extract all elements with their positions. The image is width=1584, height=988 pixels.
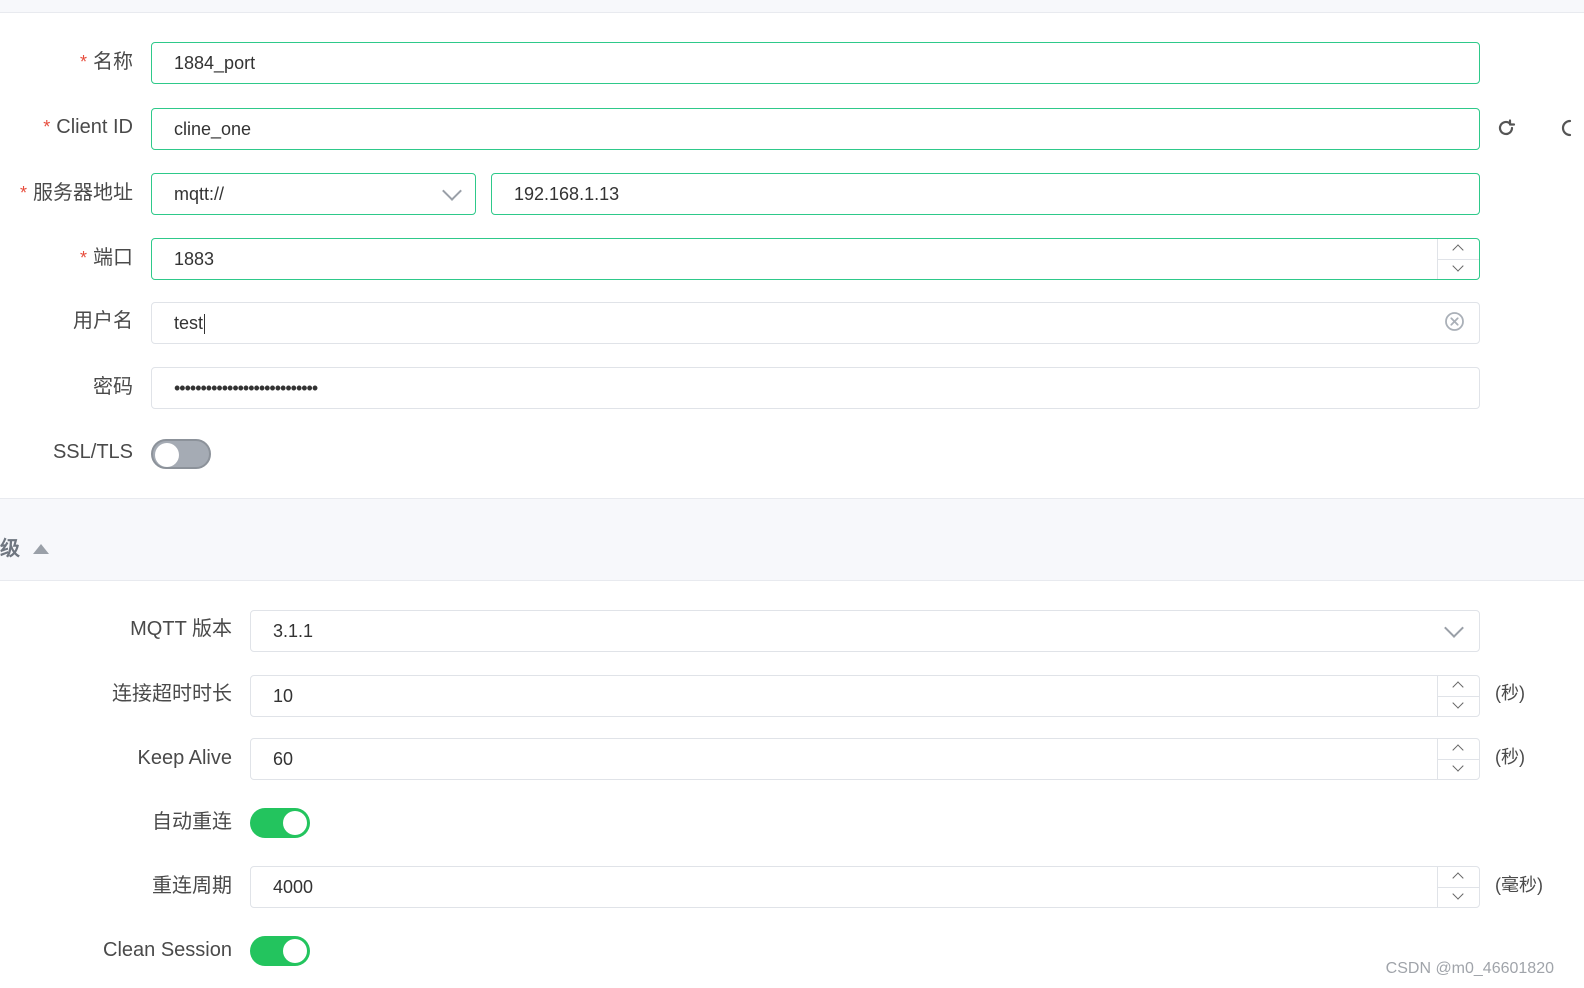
decrement-icon[interactable] bbox=[1438, 696, 1479, 716]
ssl-label: SSL/TLS bbox=[53, 431, 133, 473]
increment-icon[interactable] bbox=[1438, 239, 1479, 260]
required-mark: * bbox=[43, 117, 51, 137]
required-mark: * bbox=[79, 52, 87, 72]
caret-up-icon[interactable] bbox=[33, 544, 49, 554]
required-mark: * bbox=[19, 183, 27, 203]
protocol-value: mqtt:// bbox=[174, 184, 225, 204]
watermark: CSDN @m0_46601820 bbox=[1385, 960, 1554, 977]
connect-timeout-label-text: 连接超时时长 bbox=[112, 683, 232, 705]
keep-alive-stepper[interactable] bbox=[1437, 739, 1479, 779]
password-label: 密码 bbox=[93, 366, 133, 408]
client-id-label: * Client ID bbox=[43, 106, 133, 148]
name-input[interactable]: 1884_port bbox=[151, 42, 1480, 84]
increment-icon[interactable] bbox=[1438, 676, 1479, 697]
connect-timeout-input[interactable]: 10 bbox=[250, 675, 1480, 717]
connect-timeout-label: 连接超时时长 bbox=[112, 673, 232, 715]
port-input[interactable]: 1883 bbox=[151, 238, 1480, 280]
host-input[interactable]: 192.168.1.13 bbox=[491, 173, 1480, 215]
reconnect-period-value: 4000 bbox=[273, 877, 314, 897]
port-label-text: 端口 bbox=[93, 247, 133, 269]
refresh-icon[interactable] bbox=[1495, 117, 1517, 139]
toggle-knob bbox=[283, 939, 307, 963]
text-cursor bbox=[204, 314, 206, 335]
connect-timeout-value: 10 bbox=[273, 686, 294, 706]
reconnect-period-stepper[interactable] bbox=[1437, 867, 1479, 907]
auto-reconnect-toggle[interactable] bbox=[250, 808, 310, 838]
password-input[interactable]: ••••••••••••••••••••••••••• bbox=[151, 367, 1480, 409]
keep-alive-label: Keep Alive bbox=[137, 737, 232, 779]
partial-icon[interactable] bbox=[1560, 117, 1584, 139]
keep-alive-unit: (秒) bbox=[1495, 747, 1525, 767]
advanced-title[interactable]: 高级 bbox=[0, 535, 20, 563]
decrement-icon[interactable] bbox=[1438, 887, 1479, 907]
server-label-text: 服务器地址 bbox=[33, 182, 133, 204]
toggle-knob bbox=[283, 811, 307, 835]
mqtt-version-label-text: MQTT 版本 bbox=[130, 618, 232, 640]
ssl-label-text: SSL/TLS bbox=[52, 441, 133, 463]
username-label-text: 用户名 bbox=[73, 310, 133, 332]
keep-alive-input[interactable]: 60 bbox=[250, 738, 1480, 780]
clean-session-label-text: Clean Session bbox=[103, 939, 232, 961]
chevron-down-icon bbox=[442, 181, 462, 201]
protocol-select[interactable]: mqtt:// bbox=[151, 173, 476, 215]
chevron-down-icon bbox=[1444, 618, 1464, 638]
mqtt-version-select[interactable]: 3.1.1 bbox=[250, 610, 1480, 652]
required-mark: * bbox=[79, 248, 87, 268]
auto-reconnect-label: 自动重连 bbox=[152, 801, 232, 843]
port-value: 1883 bbox=[174, 249, 215, 269]
clean-session-label: Clean Session bbox=[103, 929, 232, 971]
connect-timeout-unit: (秒) bbox=[1495, 683, 1525, 703]
increment-icon[interactable] bbox=[1438, 867, 1479, 888]
decrement-icon[interactable] bbox=[1438, 759, 1479, 779]
clear-icon[interactable] bbox=[1444, 311, 1465, 332]
reconnect-period-input[interactable]: 4000 bbox=[250, 866, 1480, 908]
top-band bbox=[0, 0, 1584, 13]
username-value: test bbox=[174, 313, 204, 333]
reconnect-period-label: 重连周期 bbox=[152, 865, 232, 907]
port-stepper[interactable] bbox=[1437, 239, 1479, 279]
name-label-text: 名称 bbox=[93, 51, 133, 73]
client-id-value: cline_one bbox=[174, 119, 252, 139]
password-value: ••••••••••••••••••••••••••• bbox=[174, 378, 318, 398]
name-label: * 名称 bbox=[80, 41, 133, 83]
keep-alive-label-text: Keep Alive bbox=[137, 747, 232, 769]
advanced-section-header[interactable] bbox=[0, 498, 1584, 581]
name-value: 1884_port bbox=[174, 53, 256, 73]
username-input[interactable]: test bbox=[151, 302, 1480, 344]
server-label: * 服务器地址 bbox=[20, 172, 133, 214]
keep-alive-value: 60 bbox=[273, 749, 294, 769]
increment-icon[interactable] bbox=[1438, 739, 1479, 760]
host-value: 192.168.1.13 bbox=[514, 184, 620, 204]
password-label-text: 密码 bbox=[93, 376, 133, 398]
decrement-icon[interactable] bbox=[1438, 259, 1479, 279]
advanced-title-text: 高级 bbox=[0, 538, 20, 560]
client-id-label-text: Client ID bbox=[56, 116, 133, 138]
auto-reconnect-label-text: 自动重连 bbox=[152, 811, 232, 833]
mqtt-version-value: 3.1.1 bbox=[273, 621, 314, 641]
mqtt-version-label: MQTT 版本 bbox=[130, 608, 232, 650]
username-label: 用户名 bbox=[73, 300, 133, 342]
clean-session-toggle[interactable] bbox=[250, 936, 310, 966]
toggle-knob bbox=[155, 443, 179, 467]
ssl-toggle[interactable] bbox=[151, 439, 211, 469]
reconnect-period-unit: (毫秒) bbox=[1495, 875, 1543, 895]
port-label: * 端口 bbox=[80, 237, 133, 279]
client-id-input[interactable]: cline_one bbox=[151, 108, 1480, 150]
reconnect-period-label-text: 重连周期 bbox=[152, 875, 232, 897]
connect-timeout-stepper[interactable] bbox=[1437, 676, 1479, 716]
